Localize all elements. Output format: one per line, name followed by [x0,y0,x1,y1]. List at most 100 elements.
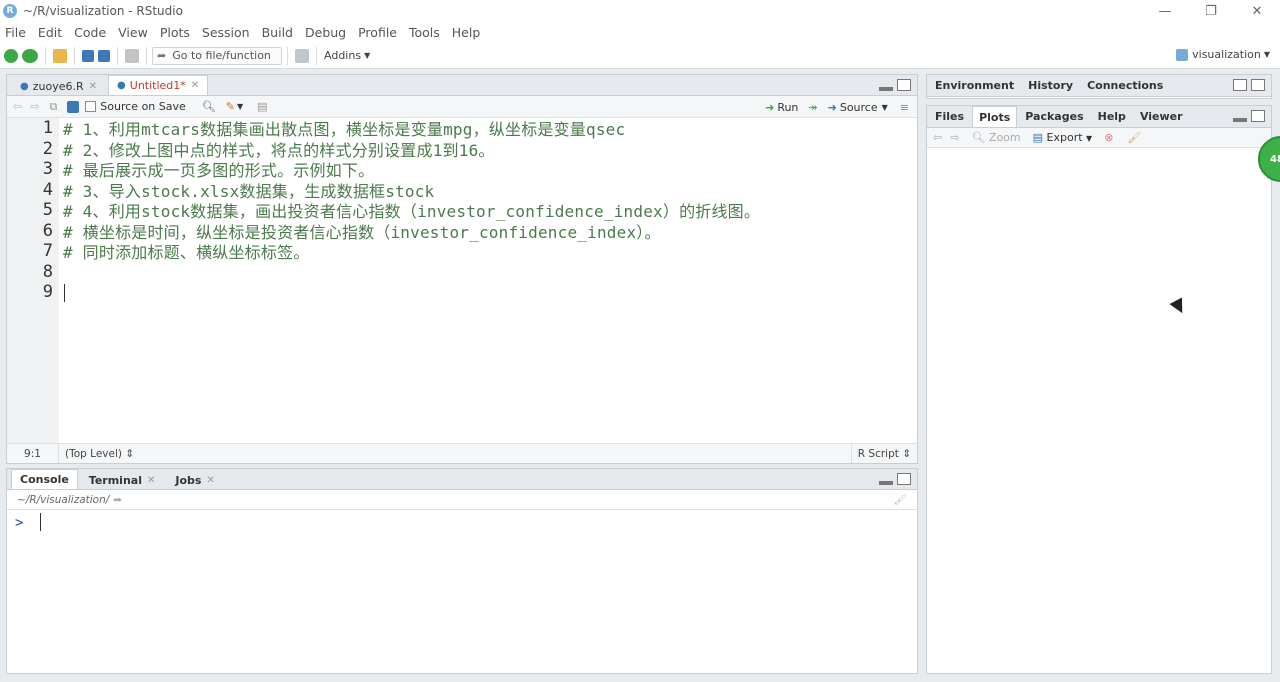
close-button[interactable]: ✕ [1234,0,1280,22]
document-outline-icon[interactable]: ▤ [257,100,267,113]
print-button[interactable] [125,47,139,65]
tab-packages[interactable]: Packages [1019,106,1089,127]
clear-console-icon[interactable]: 🖌︎ [894,493,907,506]
minimize-button[interactable]: — [1142,0,1188,22]
tab-viewer[interactable]: Viewer [1134,106,1189,127]
files-pane: Files Plots Packages Help Viewer ⇦ ⇨ 🔍︎ … [926,105,1272,674]
menu-tools[interactable]: Tools [403,25,446,40]
print-icon [125,48,139,63]
tab-jobs[interactable]: Jobs ✕ [166,470,223,489]
main-toolbar: ➦ Go to file/function Addins ▼ visualiza… [0,43,1280,69]
close-tab-icon[interactable]: ✕ [191,80,199,91]
restore-pane-button[interactable] [1233,79,1247,91]
menu-profile[interactable]: Profile [352,25,403,40]
minimize-pane-button[interactable] [1233,118,1247,122]
show-in-window-icon[interactable]: ⧉ [49,100,57,114]
tab-zuoye6[interactable]: ● zuoye6.R ✕ [11,76,106,95]
title-bar: R ~/R/visualization - RStudio — ❐ ✕ [0,0,1280,22]
menu-file[interactable]: File [0,25,32,40]
maximize-pane-button[interactable] [1251,110,1265,122]
next-plot-icon[interactable]: ⇨ [950,131,959,144]
environment-tabbar: Environment History Connections [927,75,1271,97]
toolbar-divider [74,46,75,65]
source-on-save-checkbox[interactable] [85,101,97,112]
tab-terminal[interactable]: Terminal ✕ [80,470,165,489]
folder-icon [53,48,67,63]
maximize-pane-button[interactable] [1251,79,1265,91]
code-line[interactable]: 6 # 横坐标是时间，纵坐标是投资者信心指数（investor_confidenc… [7,221,917,242]
clear-plots-icon[interactable]: 🖌︎ [1127,131,1141,144]
minimize-pane-button[interactable] [879,87,893,91]
project-menu[interactable]: visualization ▼ [1176,48,1270,61]
run-button[interactable]: ➜ Run [765,101,798,114]
save-all-button[interactable] [98,47,110,65]
menu-session[interactable]: Session [196,25,256,40]
export-button[interactable]: ▤ Export ▼ [1033,131,1093,144]
restore-button[interactable]: ❐ [1188,0,1234,22]
forward-icon[interactable]: ⇨ [30,100,39,113]
new-project-button[interactable] [22,47,38,65]
menu-view[interactable]: View [112,25,154,40]
save-icon[interactable] [67,100,80,113]
code-line[interactable]: 2 # 2、修改上图中点的样式，将点的样式分别设置成1到16。 [7,139,917,160]
menu-help[interactable]: Help [446,25,487,40]
code-line[interactable]: 9 [7,282,917,303]
zoom-button[interactable]: 🔍︎ Zoom [971,131,1020,144]
tab-files[interactable]: Files [929,106,970,127]
tab-connections[interactable]: Connections [1081,75,1169,96]
back-icon[interactable]: ⇦ [13,100,22,113]
save-button[interactable] [82,47,94,65]
source-tabbar: ● zuoye6.R ✕ ● Untitled1* ✕ [7,75,917,96]
remove-plot-icon[interactable]: ⊗ [1104,131,1113,144]
code-line[interactable]: 8 [7,262,917,283]
tab-plots[interactable]: Plots [972,106,1018,127]
source-button[interactable]: ➜ Source ▼ [828,101,888,114]
code-line[interactable]: 7 # 同时添加标题、横纵坐标标签。 [7,241,917,262]
console-tabbar: Console Terminal ✕ Jobs ✕ [7,469,917,490]
menu-debug[interactable]: Debug [299,25,352,40]
menu-plots[interactable]: Plots [154,25,196,40]
chevron-down-icon: ▼ [1263,50,1270,59]
workspace-panes-button[interactable] [295,47,309,65]
tab-untitled1[interactable]: ● Untitled1* ✕ [108,75,209,95]
toolbar-divider [117,46,118,65]
go-to-dir-icon[interactable]: ➦ [113,494,122,506]
go-to-file-input[interactable]: ➦ Go to file/function [152,46,282,65]
tab-help[interactable]: Help [1092,106,1132,127]
magic-wand-icon[interactable]: ✎ [226,100,235,113]
code-line[interactable]: 1 # 1、利用mtcars数据集画出散点图，横坐标是变量mpg，纵坐标是变量qs… [7,118,917,139]
close-tab-icon[interactable]: ✕ [147,475,155,486]
toolbar-divider [146,46,147,65]
minimize-pane-button[interactable] [879,481,893,485]
rerun-icon[interactable]: ↠ [808,101,817,114]
maximize-pane-button[interactable] [897,79,911,91]
scope-selector[interactable]: (Top Level) ⇕ [59,448,134,460]
search-icon[interactable]: 🔍︎ [202,100,216,113]
plots-toolbar: ⇦ ⇨ 🔍︎ Zoom ▤ Export ▼ ⊗ 🖌︎ [927,128,1271,148]
close-tab-icon[interactable]: ✕ [206,475,214,486]
file-type-selector[interactable]: R Script ⇕ [850,444,917,463]
zoom-icon: 🔍︎ [971,131,986,144]
tab-console[interactable]: Console [11,469,78,489]
menu-build[interactable]: Build [256,25,299,40]
console-input[interactable] [7,510,917,673]
menu-lines-icon[interactable]: ≡ [900,101,909,114]
new-file-button[interactable] [4,47,18,65]
tab-environment[interactable]: Environment [929,75,1020,96]
code-line[interactable]: 3 # 最后展示成一页多图的形式。示例如下。 [7,159,917,180]
tab-history[interactable]: History [1022,75,1079,96]
menu-code[interactable]: Code [68,25,112,40]
addins-button[interactable]: Addins ▼ [324,47,370,65]
code-line[interactable]: 4 # 3、导入stock.xlsx数据集，生成数据框stock [7,180,917,201]
prev-plot-icon[interactable]: ⇦ [933,131,942,144]
close-tab-icon[interactable]: ✕ [89,81,97,92]
open-file-button[interactable] [53,47,67,65]
env-pane-controls [1229,79,1265,91]
chevron-down-icon: ▼ [236,102,244,111]
source-pane: ● zuoye6.R ✕ ● Untitled1* ✕ ⇦ ⇨ ⧉ Source… [6,74,918,464]
plot-area[interactable] [927,148,1271,673]
menu-edit[interactable]: Edit [32,25,68,40]
code-line[interactable]: 5 # 4、利用stock数据集，画出投资者信心指数（investor_confi… [7,200,917,221]
code-editor[interactable]: 1 # 1、利用mtcars数据集画出散点图，横坐标是变量mpg，纵坐标是变量qs… [7,118,917,443]
maximize-pane-button[interactable] [897,473,911,485]
